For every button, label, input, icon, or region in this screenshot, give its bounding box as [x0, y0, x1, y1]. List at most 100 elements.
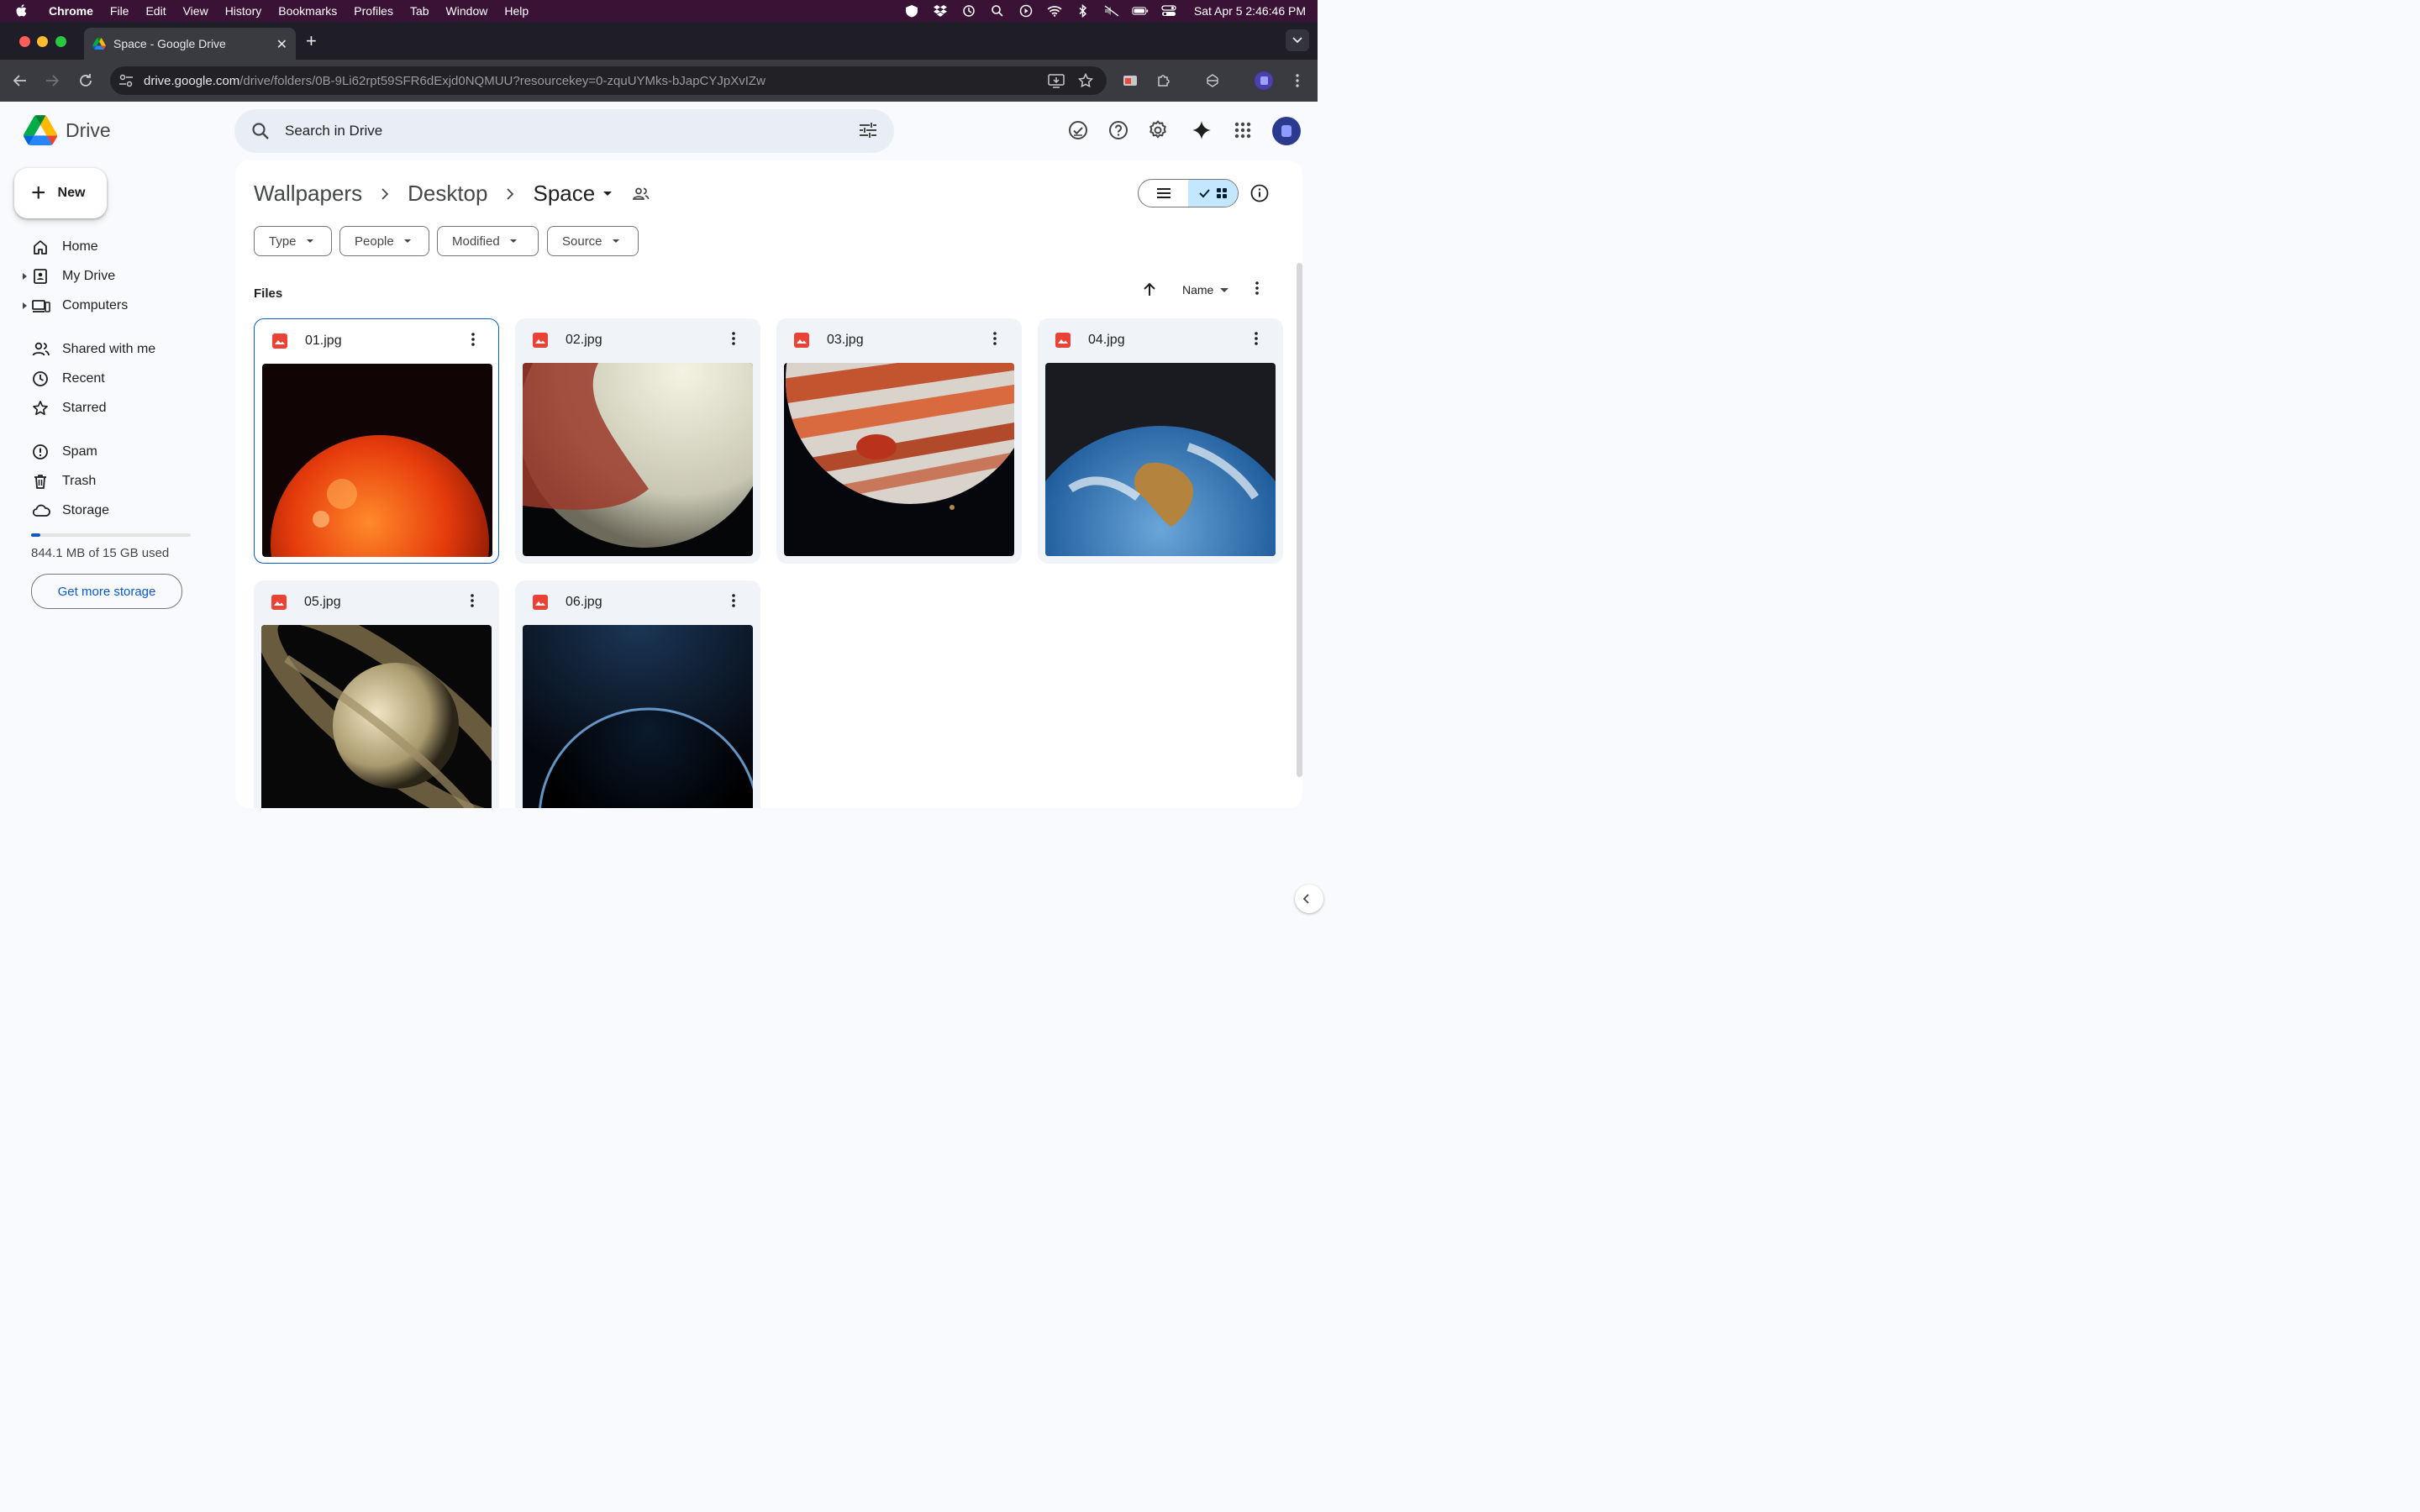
file-thumbnail-neptune[interactable] [523, 625, 753, 808]
dropbox-icon[interactable] [932, 3, 949, 18]
extension-red-icon[interactable] [1120, 71, 1140, 91]
list-view-button[interactable] [1139, 180, 1188, 207]
menu-bar-clock[interactable]: Sat Apr 5 2:46:46 PM [1194, 4, 1306, 18]
play-circle-icon[interactable] [1018, 3, 1034, 18]
file-card[interactable]: 02.jpg [515, 318, 760, 564]
drive-logo[interactable]: Drive [24, 115, 111, 145]
window-zoom-button[interactable] [55, 36, 66, 47]
shared-folder-people-icon[interactable] [632, 186, 650, 202]
battery-icon[interactable] [1132, 3, 1149, 18]
menu-profiles[interactable]: Profiles [354, 4, 393, 18]
file-more-kebab-icon[interactable] [732, 594, 735, 607]
address-bar[interactable]: drive.google.com/drive/folders/0B-9Li62r… [110, 66, 1107, 95]
help-icon[interactable] [1107, 119, 1129, 141]
new-button[interactable]: + New [14, 168, 107, 218]
ready-for-offline-icon[interactable] [1067, 119, 1089, 141]
file-thumbnail-jupiter[interactable] [784, 363, 1014, 556]
menu-tab[interactable]: Tab [410, 4, 429, 18]
more-actions-kebab-icon[interactable] [1255, 281, 1259, 295]
bluetooth-icon[interactable] [1075, 3, 1092, 18]
menu-bookmarks[interactable]: Bookmarks [278, 4, 337, 18]
breadcrumb-current-folder[interactable]: Space [533, 181, 595, 207]
sidebar-item-spam[interactable]: Spam [0, 438, 227, 465]
menu-app-name[interactable]: Chrome [49, 4, 93, 18]
extensions-puzzle-icon[interactable] [1154, 71, 1174, 91]
folder-dropdown-arrow-icon[interactable] [603, 192, 613, 196]
menu-window[interactable]: Window [446, 4, 488, 18]
main-scrollbar[interactable] [1297, 263, 1302, 777]
tab-close-icon[interactable]: ✕ [276, 36, 287, 53]
menu-view[interactable]: View [183, 4, 208, 18]
reload-icon[interactable] [76, 71, 96, 91]
grid-view-button[interactable] [1188, 180, 1238, 207]
sidebar-item-recent[interactable]: Recent [0, 365, 227, 392]
sidebar-item-shared-with-me[interactable]: Shared with me [0, 336, 227, 363]
file-thumbnail-earth[interactable] [1045, 363, 1276, 556]
file-thumbnail-saturn[interactable] [261, 625, 492, 808]
file-thumbnail-pluto[interactable] [523, 363, 753, 556]
window-minimize-button[interactable] [37, 36, 48, 47]
sidebar-item-storage[interactable]: Storage [0, 497, 227, 524]
back-arrow-icon[interactable] [10, 71, 30, 91]
google-apps-grid-icon[interactable] [1232, 119, 1254, 141]
get-more-storage-button[interactable]: Get more storage [31, 574, 182, 609]
new-tab-button[interactable]: + [306, 30, 317, 52]
control-center-icon[interactable] [1160, 3, 1177, 18]
file-more-kebab-icon[interactable] [993, 332, 997, 345]
search-icon[interactable] [251, 122, 270, 140]
mute-icon[interactable] [1103, 3, 1120, 18]
file-card[interactable]: 01.jpg [254, 318, 499, 564]
filter-source-chip[interactable]: Source [547, 226, 639, 256]
gemini-sparkle-icon[interactable] [1191, 119, 1213, 141]
file-thumbnail-sun[interactable] [262, 364, 492, 557]
window-close-button[interactable] [19, 36, 30, 47]
spotlight-search-icon[interactable] [989, 3, 1006, 18]
menu-history[interactable]: History [225, 4, 262, 18]
sidebar-item-starred[interactable]: Starred [0, 395, 227, 422]
file-more-kebab-icon[interactable] [1255, 332, 1258, 345]
time-machine-icon[interactable] [960, 3, 977, 18]
sort-by-dropdown[interactable]: Name [1182, 283, 1229, 297]
apple-icon[interactable] [15, 3, 32, 18]
sidebar-item-my-drive[interactable]: My Drive [0, 263, 227, 290]
file-card[interactable]: 04.jpg [1038, 318, 1283, 564]
breadcrumb-wallpapers[interactable]: Wallpapers [254, 181, 362, 207]
filter-type-chip[interactable]: Type [254, 226, 332, 256]
sort-direction-arrow-icon[interactable] [1141, 281, 1158, 298]
tab-search-chevron-icon[interactable] [1286, 29, 1309, 51]
file-more-kebab-icon[interactable] [732, 332, 735, 345]
expand-caret-icon[interactable] [23, 302, 27, 309]
info-icon[interactable] [1249, 183, 1270, 203]
sidebar-item-trash[interactable]: Trash [0, 468, 227, 495]
filter-people-chip[interactable]: People [339, 226, 429, 256]
file-more-kebab-icon[interactable] [471, 594, 474, 607]
vpn-extension-icon[interactable] [1202, 71, 1223, 91]
menu-file[interactable]: File [110, 4, 129, 18]
file-more-kebab-icon[interactable] [471, 333, 475, 346]
filter-modified-chip[interactable]: Modified [437, 226, 539, 256]
side-panel-toggle-button[interactable] [1295, 885, 1323, 913]
search-input[interactable]: Search in Drive [285, 123, 382, 139]
wifi-icon[interactable] [1046, 3, 1063, 18]
site-settings-icon[interactable] [118, 74, 134, 87]
file-card[interactable]: 03.jpg [776, 318, 1022, 564]
drive-search-bar[interactable]: Search in Drive [234, 109, 894, 153]
chrome-menu-kebab-icon[interactable] [1287, 71, 1307, 91]
install-app-icon[interactable] [1048, 73, 1065, 88]
expand-caret-icon[interactable] [23, 273, 27, 280]
bookmark-star-icon[interactable] [1078, 73, 1093, 88]
sidebar-item-computers[interactable]: Computers [0, 292, 227, 319]
vpn-shield-icon[interactable] [903, 3, 920, 18]
browser-tab-active[interactable]: Space - Google Drive ✕ [84, 28, 296, 60]
profile-avatar-icon[interactable] [1254, 71, 1274, 91]
menu-help[interactable]: Help [504, 4, 529, 18]
file-card[interactable]: 05.jpg [254, 580, 499, 808]
menu-edit[interactable]: Edit [145, 4, 166, 18]
breadcrumb-desktop[interactable]: Desktop [408, 181, 487, 207]
forward-arrow-icon[interactable] [42, 71, 62, 91]
sidebar-item-home[interactable]: Home [0, 234, 227, 260]
account-avatar[interactable] [1272, 117, 1301, 145]
search-options-icon[interactable] [859, 122, 877, 139]
file-card[interactable]: 06.jpg [515, 580, 760, 808]
settings-gear-icon[interactable] [1147, 119, 1169, 141]
